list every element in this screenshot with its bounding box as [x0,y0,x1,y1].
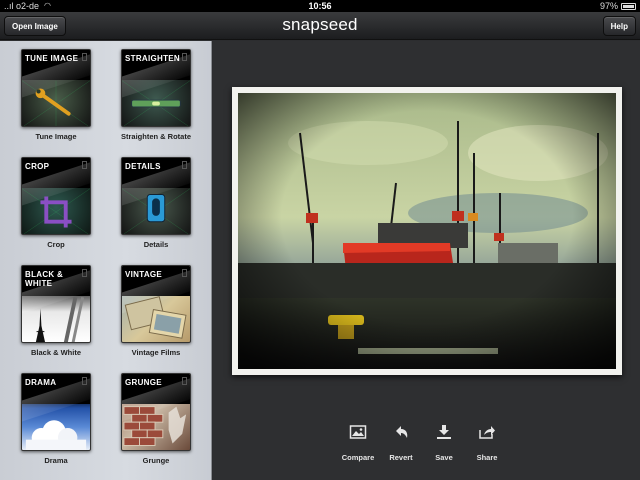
compare-label: Compare [341,453,375,462]
app-logo: snapseed [282,15,358,34]
filter-black-white[interactable]: BLACK & WHITE Black & White [6,265,106,357]
filter-tile[interactable]: DETAILS [121,157,191,235]
wrench-icon [22,80,90,126]
filter-sidebar: TUNE IMAGE Tune Image STRAIGHTEN Straigh… [0,41,212,480]
filter-tile[interactable]: GRUNGE [121,373,191,451]
filter-tile[interactable]: CROP [21,157,91,235]
revert-label: Revert [389,453,413,462]
revert-button[interactable]: Revert [381,424,421,462]
tile-title: GRUNGE [125,378,162,387]
filter-drama[interactable]: DRAMA Drama [6,373,106,465]
eiffel-tower-icon [35,296,85,342]
grip-icon [182,377,187,385]
status-bar: ..ıl o2-de ◠ 10:56 97% [0,0,640,12]
grip-icon [82,377,87,385]
filter-details[interactable]: DETAILS Details [106,157,206,249]
grip-icon [182,53,187,61]
filter-tile[interactable]: BLACK & WHITE [21,265,91,343]
filter-label: Black & White [30,348,81,357]
filter-label: Straighten & Rotate [120,132,191,141]
image-canvas: Compare Revert Save Share [213,41,640,480]
image-icon [349,425,367,439]
grip-icon [82,53,87,61]
filter-vintage[interactable]: VINTAGE Vintage Films [106,265,206,357]
grip-icon [182,269,187,277]
filter-grunge[interactable]: GRUNGE Grunge [106,373,206,465]
clouds-icon [25,420,87,450]
battery-percent: 97% [599,1,618,11]
compare-button[interactable]: Compare [338,424,378,462]
undo-arrow-icon [396,426,408,438]
tile-title: STRAIGHTEN [125,54,180,63]
tile-title: TUNE IMAGE [25,54,79,63]
tile-title: CROP [25,162,50,171]
share-label: Share [476,453,498,462]
grip-icon [82,161,87,169]
grip-icon [82,269,87,277]
photo-preview[interactable] [232,87,622,375]
top-toolbar: Open Image snapseed Help [0,12,640,40]
filter-straighten[interactable]: STRAIGHTEN Straighten & Rotate [106,49,206,141]
filter-label: Grunge [142,456,170,465]
filter-tile[interactable]: VINTAGE [121,265,191,343]
filter-crop[interactable]: CROP Crop [6,157,106,249]
share-icon [479,426,495,439]
filter-label: Details [143,240,169,249]
help-button[interactable]: Help [602,16,636,36]
crop-icon [22,188,90,234]
download-icon [437,425,451,439]
filter-label: Tune Image [35,132,77,141]
filter-tile[interactable]: DRAMA [21,373,91,451]
filter-label: Vintage Films [131,348,181,357]
tile-title: DETAILS [125,162,161,171]
action-bar: Compare Revert Save Share [338,424,508,464]
save-button[interactable]: Save [424,424,464,462]
grip-icon [182,161,187,169]
save-label: Save [435,453,453,462]
level-icon [122,80,190,126]
filter-tune-image[interactable]: TUNE IMAGE Tune Image [6,49,106,141]
clock: 10:56 [308,1,332,11]
filter-tile[interactable]: STRAIGHTEN [121,49,191,127]
share-button[interactable]: Share [467,424,507,462]
battery-icon [621,3,636,10]
tile-title: VINTAGE [125,270,163,279]
filter-tile[interactable]: TUNE IMAGE [21,49,91,127]
tile-title: DRAMA [25,378,57,387]
filter-label: Crop [47,240,65,249]
vintage-photo-icon [124,296,187,339]
tile-title: BLACK & WHITE [25,270,64,288]
harbor-photo [238,93,616,369]
filter-label: Drama [44,456,68,465]
brick-wall-icon [123,406,187,446]
lens-icon [122,188,190,234]
